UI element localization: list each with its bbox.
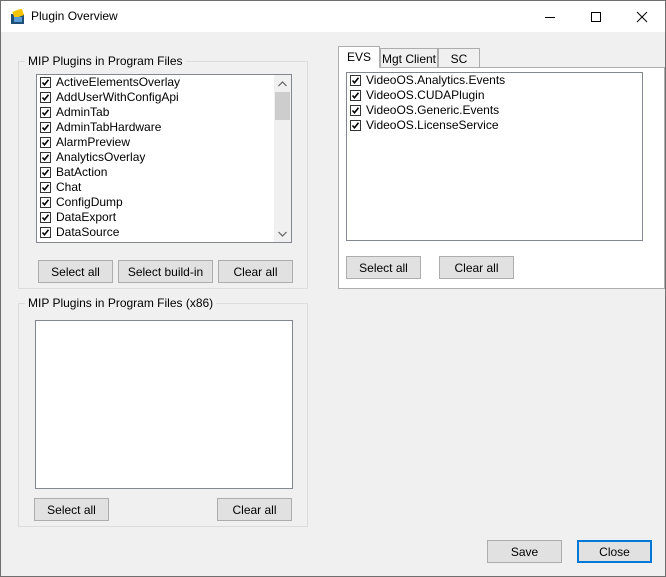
list-item[interactable]: VideoOS.Generic.Events [347,103,642,118]
scroll-up-button[interactable] [274,75,291,92]
window-title: Plugin Overview [31,9,118,23]
checkbox[interactable] [350,90,361,101]
checkbox[interactable] [40,227,51,238]
checkmark-icon [41,199,50,207]
checkmark-icon [351,77,360,85]
list-item-label: VideoOS.Generic.Events [366,103,500,117]
list-item[interactable]: AdminTab [37,105,291,120]
tab-mgt-client[interactable]: Mgt Client [380,48,438,68]
list-item-label: AddUserWithConfigApi [56,90,179,104]
program-files-legend: MIP Plugins in Program Files [25,54,186,68]
list-item-label: AdminTabHardware [56,120,162,134]
list-item-label: ActiveElementsOverlay [56,75,181,89]
tab-sc[interactable]: SC [438,48,480,68]
evs-list[interactable]: VideoOS.Analytics.Events VideoOS.CUDAPlug… [346,72,643,241]
list-item-label: VideoOS.Analytics.Events [366,73,506,87]
checkbox[interactable] [40,122,51,133]
checkmark-icon [351,92,360,100]
program-files-list[interactable]: ActiveElementsOverlay AddUserWithConfigAp… [36,74,292,243]
checkbox[interactable] [350,75,361,86]
checkbox[interactable] [350,105,361,116]
list-item-label: AlarmPreview [56,135,131,149]
checkmark-icon [41,109,50,117]
tab-evs[interactable]: EVS [338,46,380,68]
checkmark-icon [41,184,50,192]
chevron-up-icon [278,81,287,87]
checkmark-icon [41,94,50,102]
program-files-x86-legend: MIP Plugins in Program Files (x86) [25,296,217,310]
maximize-button[interactable] [573,1,619,32]
title-bar[interactable]: Plugin Overview [1,1,665,32]
checkmark-icon [41,124,50,132]
list-item[interactable]: BatAction [37,165,291,180]
program-files-group: MIP Plugins in Program Files ActiveEleme… [18,54,308,289]
checkbox[interactable] [40,197,51,208]
maximize-icon [591,12,601,22]
close-button[interactable]: Close [577,540,652,563]
checkmark-icon [41,139,50,147]
checkbox[interactable] [40,182,51,193]
scroll-down-button[interactable] [274,225,291,242]
list-item-label: DataSource [56,225,120,239]
list-item[interactable]: DataSource [37,225,291,240]
program-files-x86-list[interactable] [35,320,293,489]
checkmark-icon [41,169,50,177]
pf86-select-all-button[interactable]: Select all [34,498,109,521]
list-item[interactable]: AddUserWithConfigApi [37,90,291,105]
checkmark-icon [351,107,360,115]
checkbox[interactable] [40,167,51,178]
minimize-button[interactable] [527,1,573,32]
list-item-label: ConfigDump [56,195,123,209]
list-item[interactable]: AnalyticsOverlay [37,150,291,165]
checkbox[interactable] [40,107,51,118]
checkmark-icon [41,154,50,162]
save-button[interactable]: Save [487,540,562,563]
list-item[interactable]: ActiveElementsOverlay [37,75,291,90]
pf-select-all-button[interactable]: Select all [38,260,113,283]
list-item[interactable]: DataExport [37,210,291,225]
evs-clear-all-button[interactable]: Clear all [439,256,514,279]
list-item-label: DataExport [56,210,117,224]
close-icon [636,11,648,23]
checkbox[interactable] [350,120,361,131]
evs-tab-panel: VideoOS.Analytics.Events VideoOS.CUDAPlug… [338,67,665,289]
pf-select-buildin-button[interactable]: Select build-in [118,260,213,283]
checkbox[interactable] [40,92,51,103]
list-item[interactable]: VideoOS.LicenseService [347,118,642,133]
chevron-down-icon [278,231,287,237]
list-item-label: AnalyticsOverlay [56,150,146,164]
checkmark-icon [41,229,50,237]
list-item[interactable]: ConfigDump [37,195,291,210]
plugin-app-icon [10,8,26,25]
program-files-x86-group: MIP Plugins in Program Files (x86) Selec… [18,296,308,527]
checkbox[interactable] [40,137,51,148]
list-item-label: Chat [56,180,82,194]
list-item-label: VideoOS.LicenseService [366,118,499,132]
list-item[interactable]: Chat [37,180,291,195]
list-item-label: AdminTab [56,105,110,119]
program-files-scrollbar[interactable] [274,75,291,242]
scroll-thumb[interactable] [275,92,290,120]
checkmark-icon [41,214,50,222]
list-item[interactable]: VideoOS.CUDAPlugin [347,88,642,103]
list-item[interactable]: AdminTabHardware [37,120,291,135]
evs-select-all-button[interactable]: Select all [346,256,421,279]
plugin-overview-window: Plugin Overview MIP Plugins in Program F… [0,0,666,577]
pf-clear-all-button[interactable]: Clear all [218,260,293,283]
checkmark-icon [351,122,360,130]
checkbox[interactable] [40,152,51,163]
checkbox[interactable] [40,212,51,223]
minimize-icon [545,17,555,18]
checkbox[interactable] [40,77,51,88]
pf86-clear-all-button[interactable]: Clear all [217,498,292,521]
list-item-label: BatAction [56,165,108,179]
list-item-label: VideoOS.CUDAPlugin [366,88,485,102]
checkmark-icon [41,79,50,87]
list-item[interactable]: VideoOS.Analytics.Events [347,73,642,88]
close-window-button[interactable] [619,1,665,32]
list-item[interactable]: AlarmPreview [37,135,291,150]
